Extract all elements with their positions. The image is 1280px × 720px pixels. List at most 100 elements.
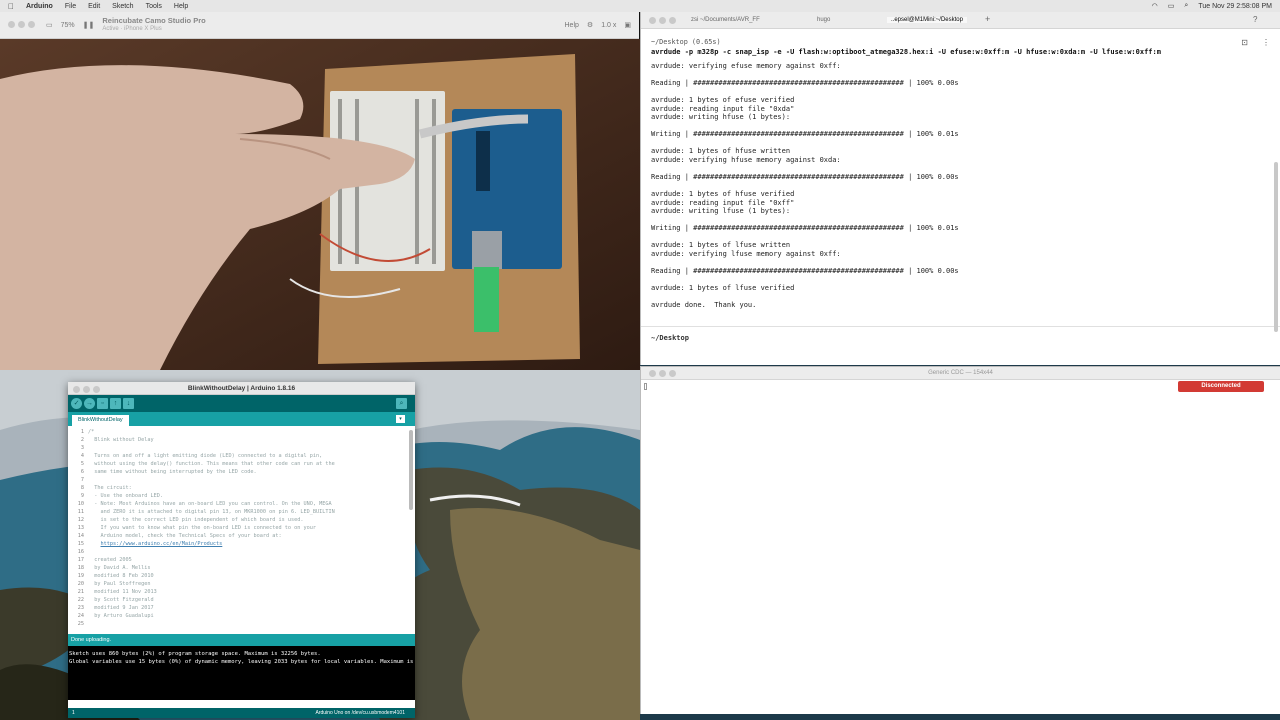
help-icon[interactable]: ? <box>1253 15 1257 24</box>
output-line: Writing | ##############################… <box>651 130 959 139</box>
search-icon[interactable]: ⌕ <box>1184 2 1188 10</box>
battery-icon[interactable]: ▭ <box>1168 2 1175 10</box>
code-line: by Paul Stoffregen <box>88 581 151 587</box>
code-line: modified 9 Jan 2017 <box>88 605 154 611</box>
open-sketch-icon[interactable]: ↑ <box>110 398 121 409</box>
close-button[interactable] <box>8 20 15 28</box>
serial-monitor-icon[interactable]: ⌕ <box>396 398 407 409</box>
tab-menu-button[interactable]: ▾ <box>396 415 405 423</box>
editor-scrollbar[interactable] <box>409 430 413 510</box>
terminal-tab-avr[interactable]: zsi ~/Documents/AVR_FF <box>691 17 760 23</box>
terminal-tab-desktop[interactable]: ..epsel@M1Mini:~/Desktop <box>887 17 967 23</box>
code-line: - Use the onboard LED. <box>88 493 163 499</box>
code-text[interactable]: /* Blink without Delay Turns on and off … <box>88 428 335 628</box>
minimize-button[interactable] <box>659 17 666 24</box>
command-output: avrdude: verifying efuse memory against … <box>651 62 959 310</box>
upload-status: Done uploading. <box>68 634 415 646</box>
arduino-title: BlinkWithoutDelay | Arduino 1.8.16 <box>187 385 296 392</box>
terminal-tab-hugo[interactable]: hugo <box>817 17 830 23</box>
footer-board-info: Arduino Uno on /dev/cu.usbmodem4101 <box>315 710 405 716</box>
camera-video-image <box>0 39 640 370</box>
sidebar-toggle-icon[interactable]: ▭ <box>46 21 53 29</box>
sketch-tabs: BlinkWithoutDelay ▾ <box>68 412 415 426</box>
text-cursor[interactable] <box>644 383 647 390</box>
serial-title: Generic CDC — 154x44 <box>928 370 993 376</box>
zoom-button[interactable] <box>669 370 676 377</box>
menu-help[interactable]: Help <box>174 3 188 10</box>
output-line: avrdude: writing lfuse (1 bytes): <box>651 207 791 216</box>
camo-help[interactable]: Help <box>565 22 579 29</box>
line-numbers: 1 2 3 4 5 6 7 8 9 10 11 12 13 14 15 16 1… <box>77 429 84 627</box>
close-button[interactable] <box>649 370 656 377</box>
gear-icon[interactable]: ⚙ <box>587 21 593 29</box>
more-options-icon[interactable]: ⋮ <box>1262 38 1270 47</box>
new-tab-button[interactable]: + <box>985 14 990 24</box>
pause-icon[interactable]: ❚❚ <box>83 21 95 29</box>
code-line: modified 11 Nov 2013 <box>88 589 157 595</box>
output-line: avrdude: 1 bytes of lfuse verified <box>651 284 795 293</box>
command-header: ~/Desktop (0.65s) <box>651 38 721 46</box>
output-line: avrdude done. Thank you. <box>651 301 757 310</box>
code-line: modified 8 Feb 2010 <box>88 573 154 579</box>
zoom-level[interactable]: 75% <box>61 22 75 29</box>
minimize-button[interactable] <box>18 20 25 28</box>
menu-clock[interactable]: Tue Nov 29 2:58:08 PM <box>1198 3 1272 10</box>
code-line: - Note: Most Arduinos have an on-board L… <box>88 501 332 507</box>
terminal-prompt[interactable]: ~/Desktop <box>651 334 689 342</box>
arduino-titlebar: BlinkWithoutDelay | Arduino 1.8.16 <box>68 382 415 395</box>
menu-file[interactable]: File <box>65 3 76 10</box>
close-button[interactable] <box>73 386 80 393</box>
apple-icon[interactable]:  <box>8 2 14 11</box>
tab-blinkwithoutdelay[interactable]: BlinkWithoutDelay <box>72 415 129 426</box>
code-line: by David A. Mellis <box>88 565 151 571</box>
new-sketch-icon[interactable]: ▫ <box>97 398 108 409</box>
console-output: Sketch uses 860 bytes (2%) of program st… <box>68 646 415 700</box>
code-line: Blink without Delay <box>88 437 154 443</box>
menu-sketch[interactable]: Sketch <box>112 3 133 10</box>
menu-tools[interactable]: Tools <box>146 3 162 10</box>
output-line: avrdude: verifying efuse memory against … <box>651 62 841 70</box>
output-line: avrdude: 1 bytes of lfuse written <box>651 241 791 250</box>
products-link[interactable]: https://www.arduino.cc/en/Main/Products <box>101 541 223 547</box>
output-line: avrdude: reading input file "0xda" <box>651 104 795 113</box>
close-button[interactable] <box>649 17 656 24</box>
minimize-button[interactable] <box>659 370 666 377</box>
bookmark-icon[interactable]: ⊡ <box>1241 38 1248 47</box>
code-line: by Arturo Guadalupi <box>88 613 154 619</box>
zoom-button[interactable] <box>93 386 100 393</box>
serial-titlebar: Generic CDC — 154x44 <box>641 367 1280 380</box>
code-line: Turns on and off a light emitting diode … <box>88 453 323 459</box>
footer-line-number: 1 <box>72 710 75 716</box>
camera-video <box>0 39 640 370</box>
code-line: same time without being interrupted by t… <box>88 469 257 475</box>
code-line: without using the delay() function. This… <box>88 461 335 467</box>
code-line: and ZERO it is attached to digital pin 1… <box>88 509 335 515</box>
code-line: Arduino model, check the Technical Specs… <box>88 533 282 539</box>
upload-icon[interactable]: → <box>84 398 95 409</box>
camo-scale[interactable]: 1.0 x <box>601 22 616 29</box>
code-editor[interactable]: 1 2 3 4 5 6 7 8 9 10 11 12 13 14 15 16 1… <box>68 426 415 634</box>
menu-bar:  Arduino File Edit Sketch Tools Help ◠ … <box>0 0 1280 12</box>
disconnected-button[interactable]: Disconnected <box>1178 381 1264 392</box>
terminal-scrollbar[interactable] <box>1274 162 1278 332</box>
verify-icon[interactable]: ✓ <box>71 398 82 409</box>
zoom-button[interactable] <box>669 17 676 24</box>
menu-edit[interactable]: Edit <box>88 3 100 10</box>
arduino-footer: 1 Arduino Uno on /dev/cu.usbmodem4101 <box>68 708 415 718</box>
command-text: avrdude -p m328p -c snap_isp -e -U flash… <box>651 48 1161 56</box>
zoom-button[interactable] <box>28 20 35 28</box>
panel-toggle-icon[interactable]: ▣ <box>624 21 631 29</box>
output-line: avrdude: 1 bytes of efuse verified <box>651 96 795 105</box>
menu-app-name[interactable]: Arduino <box>26 3 53 10</box>
save-sketch-icon[interactable]: ↓ <box>123 398 134 409</box>
wifi-icon[interactable]: ◠ <box>1152 2 1158 10</box>
minimize-button[interactable] <box>83 386 90 393</box>
code-line: created 2005 <box>88 557 132 563</box>
